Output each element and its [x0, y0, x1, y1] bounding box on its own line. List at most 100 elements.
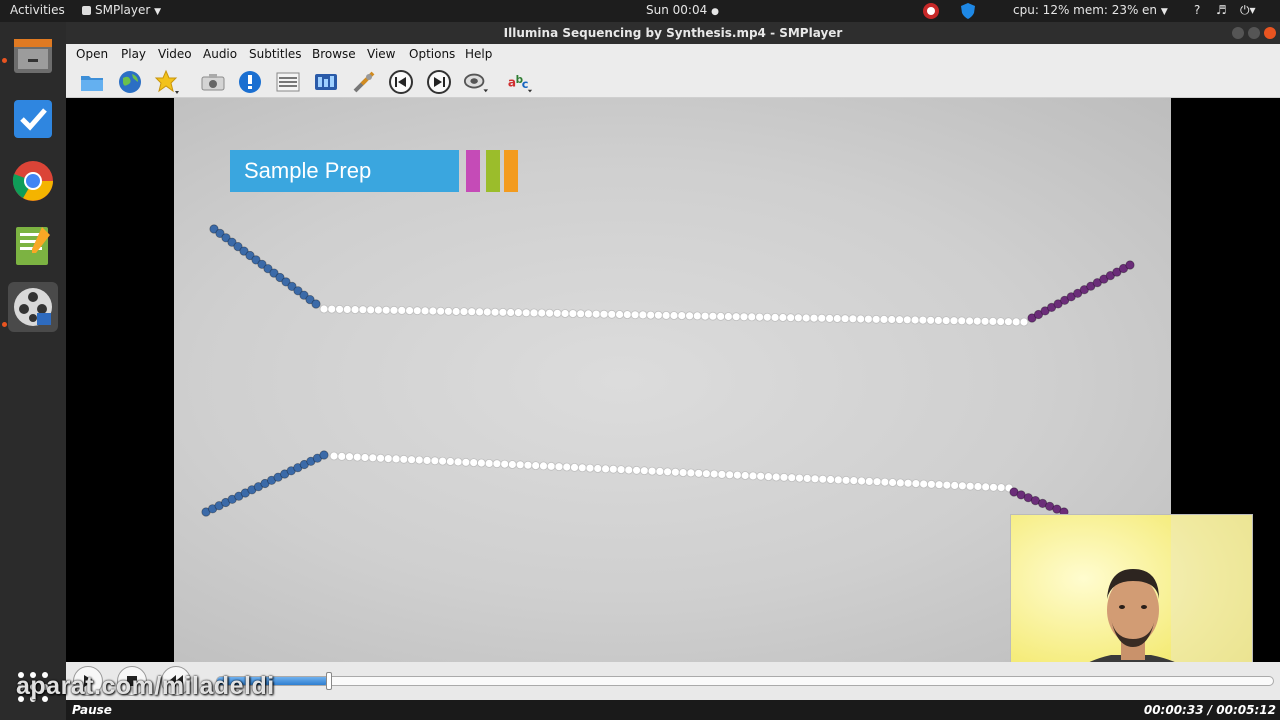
- playlist-icon[interactable]: [275, 69, 301, 95]
- menu-open[interactable]: Open: [76, 47, 108, 61]
- dna-bead: [700, 311, 710, 321]
- dna-bead: [692, 311, 702, 321]
- close-icon[interactable]: [1264, 27, 1276, 39]
- dna-bead: [717, 469, 727, 479]
- dna-bead: [778, 313, 788, 322]
- dna-bead: [663, 467, 673, 477]
- text-editor-icon[interactable]: [8, 220, 58, 270]
- window-title-bar[interactable]: Illumina Sequencing by Synthesis.mp4 - S…: [66, 22, 1280, 44]
- dna-bead: [583, 309, 593, 319]
- dna-bead: [980, 316, 990, 326]
- dna-bead: [981, 482, 991, 492]
- dna-bead: [1004, 317, 1013, 327]
- menu-audio[interactable]: Audio: [203, 47, 237, 61]
- preferences-icon[interactable]: [351, 69, 377, 95]
- dna-bead: [389, 305, 399, 315]
- menu-subtitles[interactable]: Subtitles: [249, 47, 302, 61]
- tasks-check-icon[interactable]: [8, 94, 58, 144]
- dna-bead: [927, 479, 936, 489]
- dna-bead: [570, 462, 579, 472]
- menu-browse[interactable]: Browse: [312, 47, 356, 61]
- dna-bead: [585, 463, 595, 473]
- power-icon[interactable]: ⏻▾: [1240, 3, 1256, 18]
- dna-bead: [319, 304, 329, 314]
- dna-bead: [593, 464, 603, 473]
- dna-bead: [739, 312, 749, 322]
- audio-track-icon[interactable]: [463, 69, 489, 95]
- seek-handle[interactable]: [325, 672, 332, 690]
- dna-bead: [825, 313, 834, 323]
- dna-bead: [376, 453, 386, 463]
- next-icon[interactable]: [426, 69, 452, 95]
- activities-button[interactable]: Activities: [10, 3, 65, 17]
- dna-bead: [476, 458, 486, 468]
- dna-bead: [872, 477, 882, 487]
- dna-bead: [451, 307, 461, 316]
- system-monitor[interactable]: cpu: 12% mem: 23%: [1013, 3, 1138, 17]
- clock-label: Sun 00:04: [646, 3, 708, 17]
- favorites-icon[interactable]: [154, 69, 180, 95]
- dna-bead: [335, 304, 345, 314]
- volume-icon[interactable]: ♬: [1216, 3, 1227, 17]
- smplayer-icon[interactable]: [8, 282, 58, 332]
- open-file-icon[interactable]: [79, 69, 105, 95]
- clock[interactable]: Sun 00:04 ●: [646, 3, 719, 17]
- dna-bead: [857, 476, 866, 486]
- dna-bead: [989, 482, 998, 492]
- dna-bead: [552, 308, 562, 318]
- dna-bead: [1011, 317, 1021, 327]
- chevron-down-icon: ▼: [154, 7, 162, 17]
- dna-bead: [311, 299, 321, 309]
- previous-icon[interactable]: [388, 69, 414, 95]
- dna-bead: [436, 306, 446, 316]
- status-bar: Pause 00:00:33 / 00:05:12: [66, 700, 1280, 720]
- menu-options[interactable]: Options: [409, 47, 455, 61]
- menu-view[interactable]: View: [367, 47, 395, 61]
- dna-bead: [809, 313, 819, 323]
- dna-bead: [973, 482, 983, 491]
- input-language[interactable]: en ▼: [1142, 3, 1168, 17]
- dna-bead: [677, 311, 687, 321]
- seek-bar[interactable]: [216, 672, 1274, 690]
- svg-text:c: c: [522, 78, 529, 91]
- dna-bead: [319, 450, 329, 460]
- dna-bead: [350, 305, 360, 315]
- dna-bead: [490, 307, 500, 317]
- menu-help[interactable]: Help: [465, 47, 492, 61]
- chrome-browser-icon[interactable]: [8, 156, 58, 206]
- dna-bead: [639, 466, 649, 476]
- dna-bead: [638, 310, 648, 320]
- dna-bead: [430, 456, 440, 466]
- subtitles-icon[interactable]: abc: [507, 69, 533, 95]
- maximize-icon[interactable]: [1248, 27, 1260, 39]
- dna-bead: [957, 316, 967, 326]
- dna-bead: [500, 459, 510, 469]
- menu-play[interactable]: Play: [121, 47, 146, 61]
- accessibility-icon[interactable]: ?: [1194, 3, 1200, 17]
- dna-bead: [888, 478, 897, 487]
- dna-bead: [950, 480, 960, 490]
- open-url-icon[interactable]: [117, 69, 143, 95]
- dna-bead: [795, 473, 804, 483]
- dna-bead: [965, 481, 975, 491]
- files-manager-icon[interactable]: [8, 30, 58, 80]
- dna-bead: [366, 305, 376, 315]
- app-menu[interactable]: SMPlayer ▼: [82, 3, 161, 17]
- dna-bead: [397, 305, 407, 315]
- dna-bead: [826, 475, 835, 484]
- minimize-icon[interactable]: [1232, 27, 1244, 39]
- shield-icon[interactable]: [960, 2, 976, 23]
- dna-bead: [546, 461, 556, 471]
- notification-dot-icon: ●: [711, 7, 719, 17]
- screenshot-icon[interactable]: [200, 69, 226, 95]
- menu-video[interactable]: Video: [158, 47, 192, 61]
- dna-bead: [591, 309, 601, 319]
- dna-bead: [515, 460, 525, 470]
- dna-bead: [443, 306, 453, 316]
- dna-bead: [420, 306, 430, 316]
- dna-bead: [887, 315, 897, 324]
- recorder-indicator-icon[interactable]: [922, 2, 940, 23]
- info-icon[interactable]: [237, 69, 263, 95]
- video-equalizer-icon[interactable]: [313, 69, 339, 95]
- dna-bead: [529, 308, 539, 318]
